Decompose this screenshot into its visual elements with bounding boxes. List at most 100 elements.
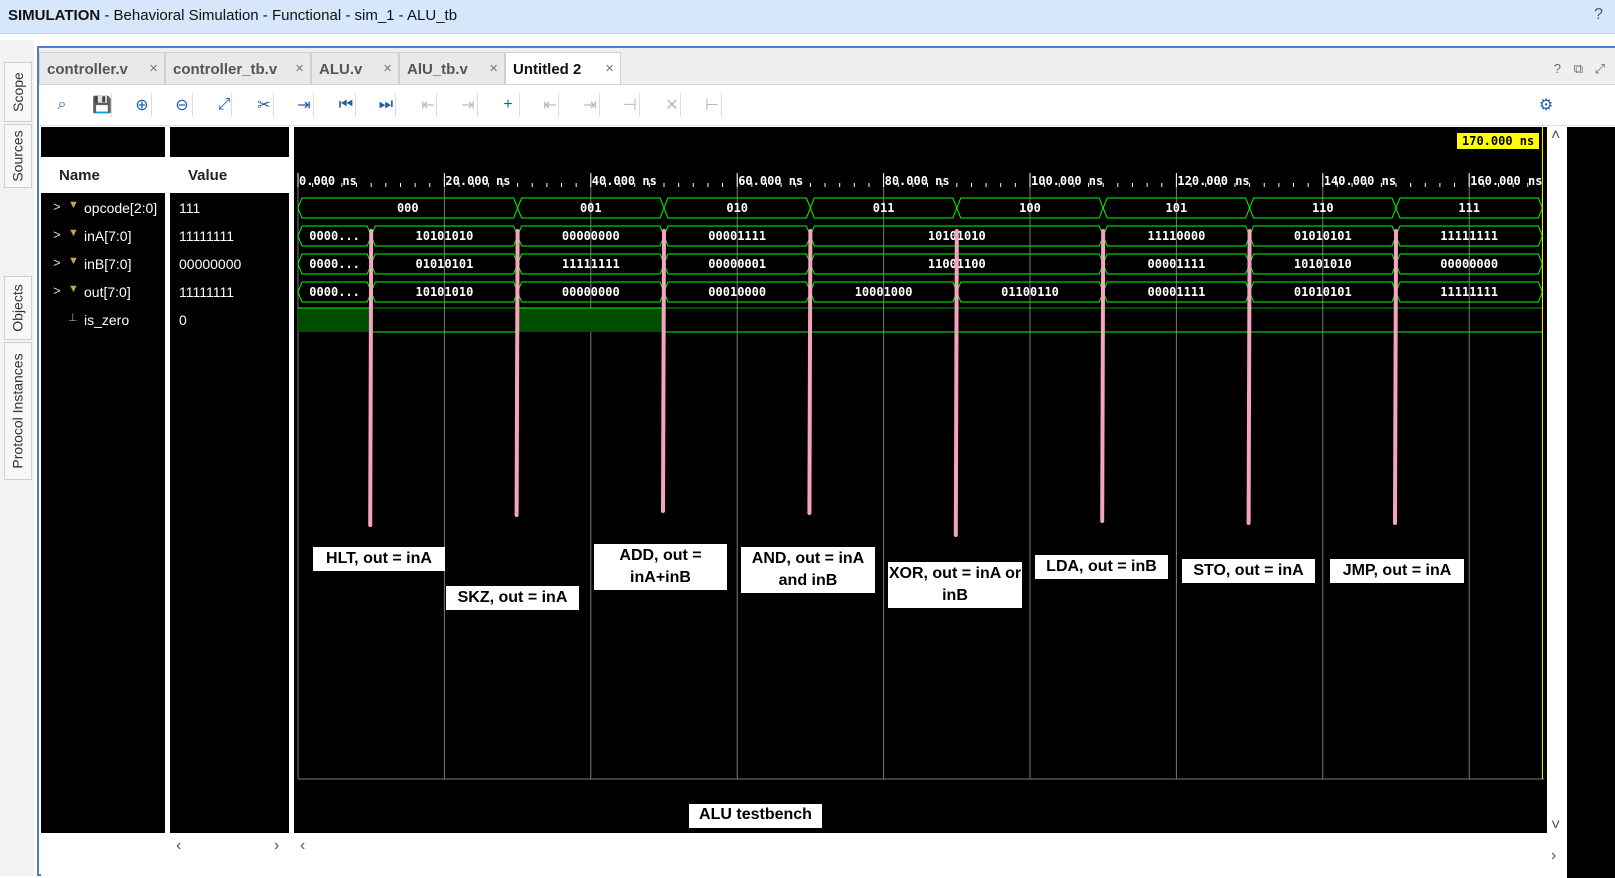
save-icon[interactable]: 💾 bbox=[89, 92, 115, 118]
side-tab-scope[interactable]: Scope bbox=[4, 62, 32, 122]
help-icon[interactable]: ? bbox=[1594, 6, 1603, 24]
signal-value-list: 111 11111111 00000000 11111111 0 bbox=[170, 194, 289, 833]
bus-value-label: 010 bbox=[726, 201, 748, 215]
bus-value-label: 11111111 bbox=[1440, 285, 1498, 299]
annotation-marker bbox=[1246, 229, 1252, 525]
close-icon[interactable]: × bbox=[605, 60, 614, 77]
next-marker-icon[interactable]: ⇥ bbox=[577, 92, 603, 118]
bus-value-label: 00001111 bbox=[708, 229, 766, 243]
snap-cursor-icon[interactable]: ✂ bbox=[251, 92, 277, 118]
bit-high-fill bbox=[298, 308, 372, 332]
bus-value-label: 011 bbox=[873, 201, 895, 215]
go-to-time-zero-icon[interactable]: ⏮ bbox=[333, 92, 359, 118]
bus-icon: ▼ bbox=[68, 227, 79, 239]
annotation-label: LDA, out = inB bbox=[1035, 555, 1168, 579]
bus-icon: ▼ bbox=[68, 255, 79, 267]
restore-icon[interactable]: ⧉ bbox=[1574, 61, 1583, 77]
caption-label: ALU testbench bbox=[689, 804, 822, 828]
help-icon[interactable]: ? bbox=[1554, 61, 1561, 76]
zoom-out-icon[interactable]: ⊖ bbox=[169, 92, 195, 118]
waveform-canvas[interactable]: 0.000 ns 20.000 ns 40.000 ns 60.000 ns 80.00… bbox=[294, 127, 1547, 833]
signal-row-out[interactable]: > ▼ out[7:0] bbox=[41, 278, 165, 306]
annotation-label: ADD, out = inA+inB bbox=[594, 544, 727, 590]
signal-row-opcode[interactable]: > ▼ opcode[2:0] bbox=[41, 194, 165, 222]
maximize-icon[interactable]: ⤢ bbox=[1595, 61, 1605, 77]
signal-row-is-zero[interactable]: ⊥ is_zero bbox=[41, 306, 165, 334]
settings-icon[interactable]: ⚙ bbox=[1533, 92, 1559, 118]
bus-value-label: 01100110 bbox=[1001, 285, 1059, 299]
zoom-in-icon[interactable]: ⊕ bbox=[129, 92, 155, 118]
expand-icon[interactable]: > bbox=[53, 255, 61, 270]
side-tab-sources[interactable]: Sources bbox=[4, 124, 32, 188]
bus-value-label: 00000000 bbox=[562, 229, 620, 243]
expand-icon[interactable]: > bbox=[53, 199, 61, 214]
ruler-tick-label: 40.000 ns bbox=[592, 174, 657, 188]
ruler-tick-label: 80.000 ns bbox=[885, 174, 950, 188]
bus-value-label: 000 bbox=[397, 201, 419, 215]
close-icon[interactable]: × bbox=[295, 60, 304, 77]
bus-icon: ▼ bbox=[68, 283, 79, 295]
scroll-up-icon[interactable]: ˄ bbox=[1551, 127, 1560, 145]
bus-value-label: 01010101 bbox=[1294, 229, 1352, 243]
tab-alu-v[interactable]: ALU.v × bbox=[311, 52, 399, 84]
bus-value-label: 10001000 bbox=[855, 285, 913, 299]
name-column: Name > ▼ opcode[2:0] > ▼ inA[7:0] > ▼ inB[7:0]… bbox=[41, 127, 165, 878]
tab-controller-tb-v[interactable]: controller_tb.v × bbox=[165, 52, 311, 84]
scroll-right-icon[interactable]: › bbox=[274, 837, 279, 855]
bit-high-fill bbox=[517, 308, 664, 332]
window-title: SIMULATION - Behavioral Simulation - Fun… bbox=[8, 7, 458, 24]
tab-controller-v[interactable]: controller.v × bbox=[39, 52, 165, 84]
waveform-vscroll[interactable]: ˄ ˅ › bbox=[1547, 127, 1567, 878]
zoom-fit-icon[interactable]: ⤢ bbox=[211, 92, 237, 118]
bus-value-label: 00001111 bbox=[1148, 257, 1206, 271]
tab-untitled-2[interactable]: Untitled 2 × bbox=[505, 52, 621, 84]
close-icon[interactable]: × bbox=[383, 60, 392, 77]
bus-value-label: 100 bbox=[1019, 201, 1041, 215]
bus-value-label: 101 bbox=[1166, 201, 1188, 215]
tab-alu-tb-v[interactable]: AlU_tb.v × bbox=[399, 52, 505, 84]
value-column-header[interactable]: Value bbox=[170, 157, 289, 193]
value-column-footer: ‹ › bbox=[170, 833, 289, 878]
scroll-right-icon[interactable]: › bbox=[1551, 847, 1556, 865]
delete-icon[interactable]: ✕ bbox=[659, 92, 685, 118]
bus-value-label: 110 bbox=[1312, 201, 1334, 215]
annotation-marker bbox=[1100, 229, 1106, 523]
annotation-label: HLT, out = inA bbox=[313, 547, 445, 571]
search-icon[interactable]: ⌕ bbox=[49, 92, 75, 118]
signal-row-ina[interactable]: > ▼ inA[7:0] bbox=[41, 222, 165, 250]
bus-value-label: 10101010 bbox=[416, 229, 474, 243]
cursor-time-label: 170.000 ns bbox=[1457, 133, 1540, 149]
ruler-tick-label: 100.000 ns bbox=[1031, 174, 1103, 188]
bus-value-label: 0000... bbox=[309, 285, 360, 299]
annotation-label: SKZ, out = inA bbox=[446, 586, 579, 610]
close-icon[interactable]: × bbox=[489, 60, 498, 77]
annotation-marker bbox=[807, 229, 813, 515]
swap-cursors-icon[interactable]: ⊣ bbox=[617, 92, 643, 118]
signal-row-inb[interactable]: > ▼ inB[7:0] bbox=[41, 250, 165, 278]
scroll-left-icon[interactable]: ‹ bbox=[300, 837, 305, 855]
expand-icon[interactable]: > bbox=[53, 227, 61, 242]
bus-value-label: 0000... bbox=[309, 257, 360, 271]
side-tab-objects[interactable]: Objects bbox=[4, 276, 32, 340]
side-tab-protocol-instances[interactable]: Protocol Instances bbox=[4, 342, 32, 480]
previous-transition-icon[interactable]: ⇤ bbox=[415, 92, 441, 118]
expand-icon[interactable]: > bbox=[53, 283, 61, 298]
ruler-tick-label: 120.000 ns bbox=[1177, 174, 1249, 188]
scroll-left-icon[interactable]: ‹ bbox=[176, 837, 181, 855]
scroll-down-icon[interactable]: ˅ bbox=[1551, 817, 1560, 835]
signal-name-list: > ▼ opcode[2:0] > ▼ inA[7:0] > ▼ inB[7:0] > ▼ ou… bbox=[41, 194, 165, 833]
waveform-window: controller.v × controller_tb.v × ALU.v × Al… bbox=[37, 46, 1615, 878]
next-transition-icon[interactable]: ⇥ bbox=[455, 92, 481, 118]
annotation-marker bbox=[953, 229, 959, 537]
close-icon[interactable]: × bbox=[149, 60, 158, 77]
name-column-header[interactable]: Name bbox=[41, 157, 165, 193]
go-to-last-time-icon[interactable]: ⏭ bbox=[373, 92, 399, 118]
add-marker-icon[interactable]: + bbox=[495, 92, 521, 118]
ruler-tick-label: 60.000 ns bbox=[738, 174, 803, 188]
go-to-cursor-icon[interactable]: ⇥ bbox=[291, 92, 317, 118]
annotation-label: AND, out = inA and inB bbox=[741, 547, 875, 593]
previous-marker-icon[interactable]: ⇤ bbox=[537, 92, 563, 118]
bus-value-label: 00001111 bbox=[1148, 285, 1206, 299]
waveform-hscroll[interactable]: ‹ bbox=[294, 833, 1547, 878]
fix-cursor-icon[interactable]: ⊢ bbox=[699, 92, 725, 118]
